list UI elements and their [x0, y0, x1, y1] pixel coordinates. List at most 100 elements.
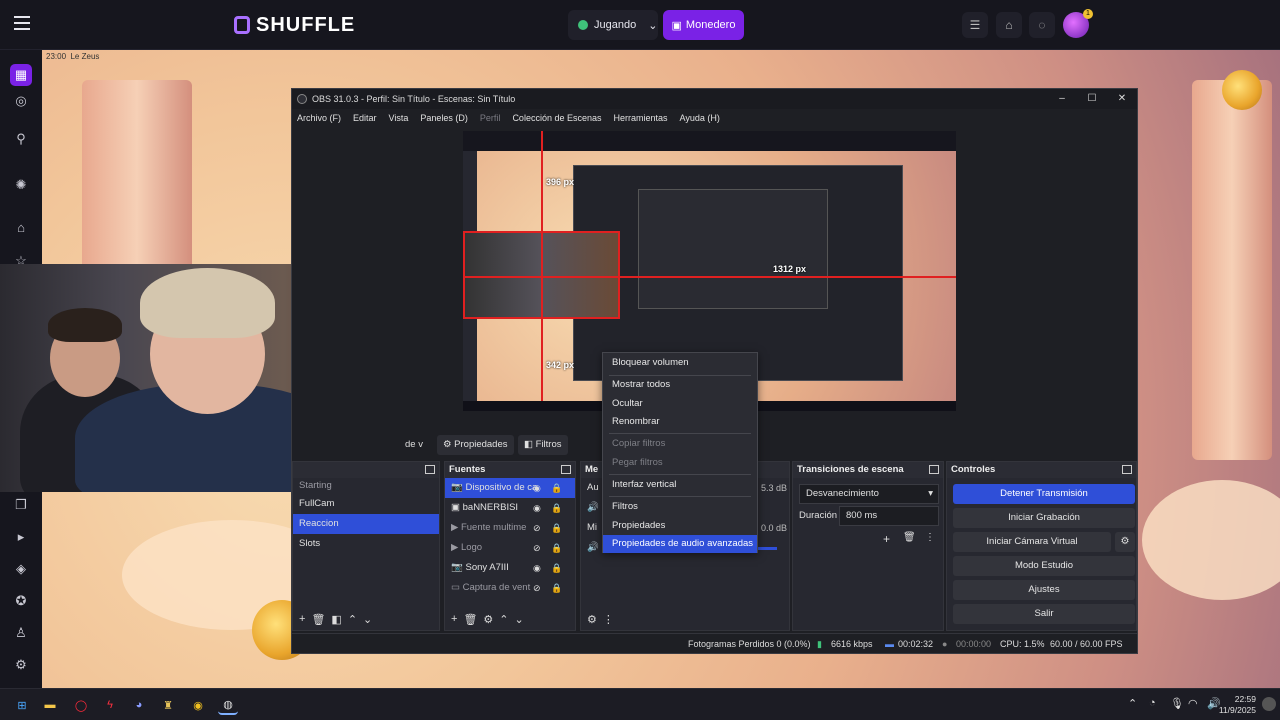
source-item-selected[interactable]: 📷 Dispositivo de ca ◉ 🔒	[445, 478, 575, 498]
jugando-dropdown[interactable]: Jugando ⌄	[568, 10, 658, 40]
eye-hidden-icon[interactable]: ⊘	[533, 538, 541, 558]
source-item[interactable]: ▣ baNNERBISI ◉ 🔒	[445, 498, 575, 518]
taskbar-clock[interactable]: 22:59 11/9/2025	[1219, 694, 1256, 716]
trash-icon[interactable]: 🗑	[463, 613, 477, 626]
up-icon[interactable]: ⌃	[499, 613, 508, 626]
lock-icon[interactable]: 🔒	[551, 578, 562, 598]
lock-icon[interactable]: 🔒	[551, 478, 562, 498]
home-icon[interactable]: ⌂	[10, 216, 32, 238]
settings-button[interactable]: Ajustes	[953, 580, 1135, 600]
obs-taskbar-icon[interactable]: ◍	[218, 695, 238, 715]
studio-mode-button[interactable]: Modo Estudio	[953, 556, 1135, 576]
search-icon[interactable]: ⚲	[10, 128, 32, 150]
user-icon[interactable]: ♙	[10, 622, 32, 644]
tag-icon[interactable]: ◈	[10, 558, 32, 580]
trash-icon[interactable]: 🗑	[903, 532, 916, 543]
lock-icon[interactable]: 🔒	[551, 558, 562, 578]
network-icon[interactable]: ◔	[1149, 697, 1156, 709]
notes-icon[interactable]: ☰	[962, 12, 988, 38]
popout-icon[interactable]	[1122, 465, 1132, 474]
ctx-filters[interactable]: Filtros	[603, 498, 757, 516]
ctx-vertical-interface[interactable]: Interfaz vertical	[603, 476, 757, 494]
eye-icon[interactable]: ◉	[533, 478, 541, 498]
eye-icon[interactable]: ◉	[533, 498, 541, 518]
source-item[interactable]: ▭ Captura de vent ⊘ 🔒	[445, 578, 575, 598]
eye-icon[interactable]: ◉	[533, 558, 541, 578]
gift-icon[interactable]: ⌂	[996, 12, 1022, 38]
file-explorer-icon[interactable]: ▬	[40, 695, 60, 715]
ctx-rename[interactable]: Renombrar	[603, 413, 757, 431]
minimize-icon[interactable]: –	[1047, 89, 1077, 109]
eye-hidden-icon[interactable]: ⊘	[533, 518, 541, 538]
ctx-properties[interactable]: Propiedades	[603, 517, 757, 535]
settings-icon[interactable]: ⚙	[10, 654, 32, 676]
scene-item-selected[interactable]: Reaccion	[293, 514, 439, 534]
trash-icon[interactable]: 🗑	[311, 613, 325, 626]
start-recording-button[interactable]: Iniciar Grabación	[953, 508, 1135, 528]
add-icon[interactable]: +	[883, 532, 890, 546]
scene-item[interactable]: Starting	[293, 478, 439, 494]
opera-icon[interactable]: ◯	[71, 695, 91, 715]
scene-item[interactable]: FullCam	[293, 494, 439, 514]
windows-start-icon[interactable]: ⊞	[12, 695, 32, 715]
popout-icon[interactable]	[929, 465, 939, 474]
source-item[interactable]: 📷 Sony A7III ◉ 🔒	[445, 558, 575, 578]
chrome-icon[interactable]: ◉	[188, 695, 208, 715]
menu-editar[interactable]: Editar	[353, 109, 377, 127]
support-icon[interactable]: ✪	[10, 590, 32, 612]
ctx-hide[interactable]: Ocultar	[603, 395, 757, 413]
monedero-button[interactable]: ▣ Monedero	[663, 10, 744, 40]
duration-input[interactable]: 800 ms	[839, 506, 939, 526]
mic-icon[interactable]: 🎙	[1170, 697, 1184, 710]
lock-icon[interactable]: 🔒	[551, 538, 562, 558]
virtual-camera-settings-icon[interactable]: ⚙	[1115, 532, 1135, 552]
scene-item[interactable]: Slots	[293, 534, 439, 554]
eye-hidden-icon[interactable]: ⊘	[533, 578, 541, 598]
stop-stream-button[interactable]: Detener Transmisión	[953, 484, 1135, 504]
popout-icon[interactable]	[561, 465, 571, 474]
speaker-icon[interactable]: 🔊	[587, 502, 599, 513]
filter-icon[interactable]: ◧	[331, 613, 341, 626]
down-icon[interactable]: ⌄	[515, 613, 524, 626]
menu-herramientas[interactable]: Herramientas	[614, 109, 668, 127]
wifi-icon[interactable]: ◠	[1188, 697, 1198, 710]
chip-icon[interactable]: ✺	[10, 174, 32, 196]
gear-icon[interactable]: ⚙	[483, 613, 493, 626]
source-item[interactable]: ▶ Fuente multime ⊘ 🔒	[445, 518, 575, 538]
menu-perfil[interactable]: Perfil	[480, 109, 501, 127]
speaker-icon[interactable]: 🔊	[587, 542, 599, 553]
more-icon[interactable]: ⋮	[603, 613, 614, 626]
discord-icon[interactable]: ◕	[129, 695, 149, 715]
avatar[interactable]: 1	[1063, 9, 1093, 38]
down-icon[interactable]: ⌄	[363, 613, 372, 626]
ctx-show-all[interactable]: Mostrar todos	[603, 376, 757, 394]
properties-button[interactable]: ⚙ Propiedades	[437, 435, 514, 455]
menu-coleccion[interactable]: Colección de Escenas	[512, 109, 601, 127]
menu-vista[interactable]: Vista	[389, 109, 409, 127]
menu-archivo[interactable]: Archivo (F)	[297, 109, 341, 127]
up-icon[interactable]: ⌃	[348, 613, 357, 626]
gear-icon[interactable]: ⚙	[587, 613, 597, 626]
site-logo[interactable]: SHUFFLE	[234, 14, 355, 36]
add-icon[interactable]: +	[299, 613, 305, 625]
chat-icon[interactable]: ◌	[1029, 12, 1055, 38]
lock-icon[interactable]: 🔒	[551, 518, 562, 538]
close-icon[interactable]: ✕	[1107, 89, 1137, 109]
chevron-up-icon[interactable]: ⌃	[1128, 697, 1137, 710]
bolt-app-icon[interactable]: ϟ	[100, 695, 120, 715]
menu-paneles[interactable]: Paneles (D)	[420, 109, 468, 127]
menu-icon[interactable]	[14, 16, 30, 30]
exit-button[interactable]: Salir	[953, 604, 1135, 624]
menu-ayuda[interactable]: Ayuda (H)	[680, 109, 720, 127]
maximize-icon[interactable]: ☐	[1077, 89, 1107, 109]
popout-icon[interactable]	[425, 465, 435, 474]
notification-icon[interactable]	[1262, 697, 1276, 711]
ctx-lock-volume[interactable]: Bloquear volumen	[603, 354, 757, 372]
sports-icon[interactable]: ◎	[10, 90, 32, 112]
lock-icon[interactable]: 🔒	[551, 498, 562, 518]
transition-select[interactable]: Desvanecimiento ▾	[799, 484, 939, 504]
ctx-advanced-audio-properties[interactable]: Propiedades de audio avanzadas	[603, 535, 757, 553]
play-icon[interactable]: ▸	[10, 526, 32, 548]
pages-icon[interactable]: ❐	[10, 494, 32, 516]
source-item[interactable]: ▶ Logo ⊘ 🔒	[445, 538, 575, 558]
